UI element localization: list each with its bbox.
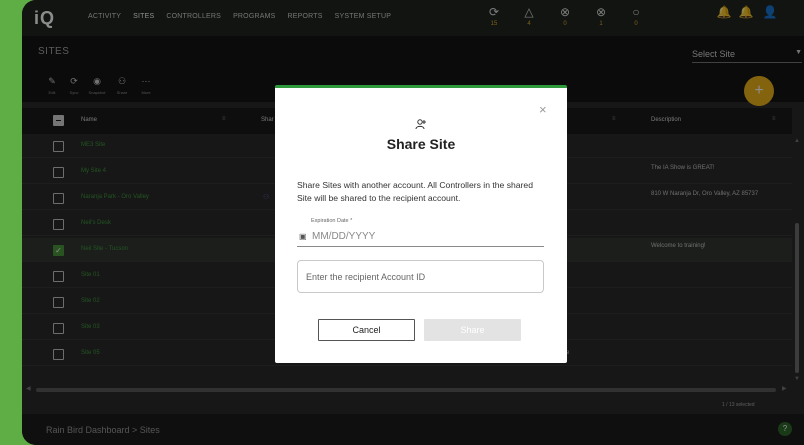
- app-window: iQ ACTIVITY SITES CONTROLLERS PROGRAMS REPOR…: [22, 0, 804, 445]
- dialog-title: Share Site: [386, 136, 456, 152]
- share-site-dialog: × Share Site Share Sites with another ac…: [275, 85, 567, 363]
- share-button[interactable]: Share: [424, 319, 521, 341]
- calendar-icon[interactable]: ▣: [299, 232, 307, 241]
- expiration-date-label: Expiration Date *: [311, 218, 353, 224]
- recipient-account-placeholder: Enter the recipient Account ID: [306, 272, 426, 282]
- share-user-icon: [275, 118, 567, 133]
- close-icon[interactable]: ×: [539, 102, 547, 117]
- expiration-date-placeholder: MM/DD/YYYY: [312, 231, 376, 242]
- cancel-button[interactable]: Cancel: [318, 319, 415, 341]
- recipient-account-id-input[interactable]: Enter the recipient Account ID: [297, 260, 544, 293]
- expiration-date-field[interactable]: ▣ MM/DD/YYYY: [297, 229, 544, 247]
- dialog-description: Share Sites with another account. All Co…: [297, 180, 533, 203]
